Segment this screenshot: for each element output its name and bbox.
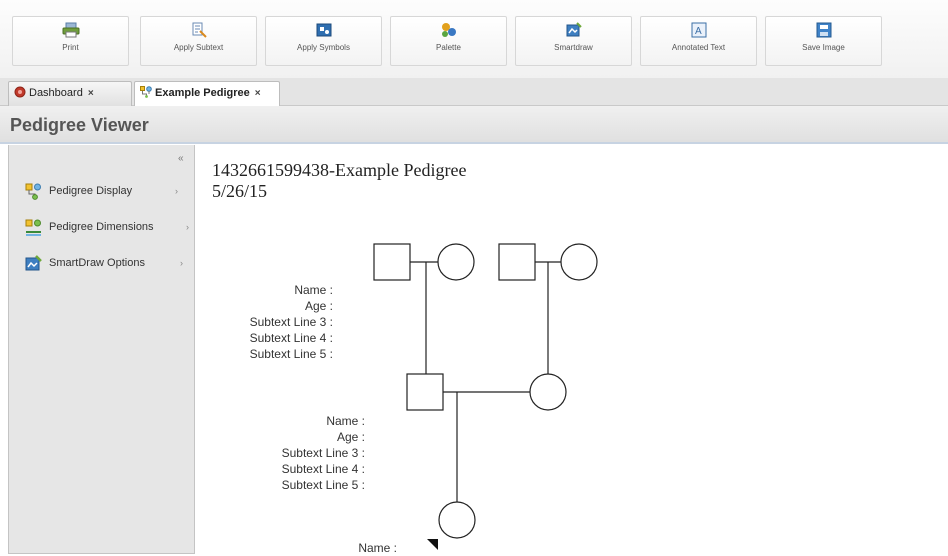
tab-dashboard[interactable]: Dashboard × (8, 81, 132, 106)
apply-subtext-label: Apply Subtext (173, 43, 224, 52)
chevron-right-icon: › (186, 222, 189, 232)
smartdraw-options-icon (25, 255, 42, 271)
toolbar: Print Apply Subtext Apply Symbols Palett… (0, 0, 948, 78)
annotated-text-icon: A (691, 22, 706, 38)
sidebar-item-label: Pedigree Dimensions (49, 221, 154, 233)
pedigree-canvas: 1432661599438-Example Pedigree 5/26/15 N… (200, 146, 948, 555)
subtext-line: Subtext Line 5 : (249, 347, 333, 361)
tab-example-pedigree-label: Example Pedigree (155, 87, 250, 99)
subtext-line: Age : (336, 430, 365, 444)
collapse-sidebar-icon[interactable]: « (178, 153, 184, 164)
apply-subtext-button[interactable]: Apply Subtext (140, 16, 257, 66)
subtext-line: Subtext Line 3 : (249, 315, 333, 329)
sidebar: « Pedigree Display › Pedigree Dimensions… (8, 145, 195, 554)
printer-icon (62, 22, 79, 38)
subtext-line: Name : (294, 283, 333, 297)
female-symbol[interactable] (560, 243, 598, 281)
male-symbol[interactable] (498, 243, 536, 281)
subtext-block: Name : Age : Subtext Line 3 : Subtext Li… (250, 282, 333, 362)
proband-arrow-icon (427, 539, 438, 550)
sidebar-item-label: Pedigree Display (49, 185, 133, 197)
palette-icon (441, 23, 456, 37)
sidebar-item-smartdraw-options[interactable]: SmartDraw Options › (9, 253, 194, 275)
save-image-icon (816, 22, 831, 38)
annotated-text-label: Annotated Text (671, 43, 726, 52)
pedigree-display-icon (25, 183, 41, 200)
pedigree-dimensions-icon (25, 219, 41, 236)
male-symbol[interactable] (373, 243, 411, 281)
palette-button[interactable]: Palette (390, 16, 507, 66)
tab-strip: Dashboard × Example Pedigree × (0, 78, 948, 107)
pedigree-icon (140, 86, 152, 98)
apply-symbols-icon (316, 23, 331, 37)
panel-title: Pedigree Viewer (0, 106, 948, 144)
svg-text:A: A (695, 26, 702, 37)
female-symbol[interactable] (529, 373, 567, 411)
sidebar-item-pedigree-display[interactable]: Pedigree Display › (9, 181, 194, 203)
apply-symbols-button[interactable]: Apply Symbols (265, 16, 382, 66)
print-label: Print (62, 43, 79, 52)
subtext-line: Age : (304, 299, 333, 313)
apply-subtext-icon (192, 22, 207, 38)
annotated-text-button[interactable]: A Annotated Text (640, 16, 757, 66)
tab-example-pedigree[interactable]: Example Pedigree × (134, 81, 280, 107)
dashboard-icon (14, 86, 26, 98)
print-button[interactable]: Print (12, 16, 129, 66)
subtext-block: Name : Age : Subtext Line 3 : Subtext Li… (282, 413, 365, 493)
palette-label: Palette (436, 43, 461, 52)
save-image-button[interactable]: Save Image (765, 16, 882, 66)
smartdraw-label: Smartdraw (554, 43, 593, 52)
female-symbol[interactable] (438, 501, 476, 539)
save-image-label: Save Image (802, 43, 845, 52)
subtext-line: Subtext Line 4 : (281, 462, 365, 476)
smartdraw-icon (566, 22, 582, 37)
subtext-line: Name : (326, 414, 365, 428)
tab-dashboard-close-icon[interactable]: × (88, 88, 94, 99)
tab-dashboard-label: Dashboard (29, 87, 83, 99)
female-symbol[interactable] (437, 243, 475, 281)
chevron-right-icon: › (175, 186, 178, 196)
subtext-line: Subtext Line 4 : (249, 331, 333, 345)
male-symbol[interactable] (406, 373, 444, 411)
smartdraw-button[interactable]: Smartdraw (515, 16, 632, 66)
sidebar-item-pedigree-dimensions[interactable]: Pedigree Dimensions › (9, 217, 194, 239)
apply-symbols-label: Apply Symbols (297, 43, 350, 52)
chevron-right-icon: › (180, 258, 183, 268)
tab-example-pedigree-close-icon[interactable]: × (255, 88, 261, 99)
subtext-line: Subtext Line 5 : (281, 478, 365, 492)
sidebar-item-label: SmartDraw Options (49, 257, 145, 269)
subtext-line: Subtext Line 3 : (281, 446, 365, 460)
